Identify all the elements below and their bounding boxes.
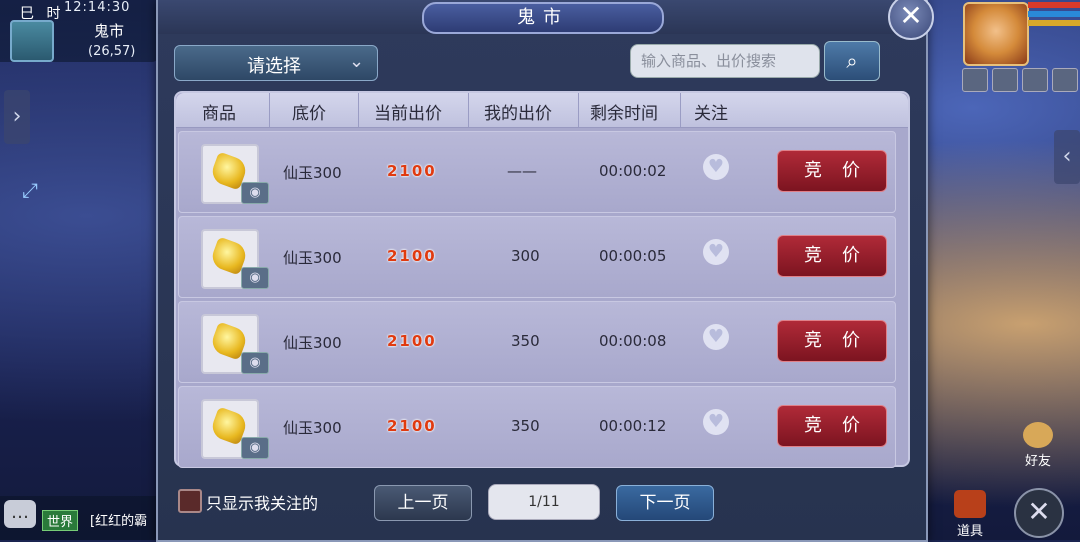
auction-table: 商品 底价 当前出价 我的出价 剩余时间 关注 ◉ 仙玉300 2100 —— … — [174, 91, 910, 468]
buff-icon[interactable] — [962, 68, 988, 92]
current-bid: 2100 — [387, 332, 437, 350]
header-time-left: 剩余时间 — [590, 104, 658, 124]
my-bid: 300 — [511, 247, 540, 265]
item-name: 仙玉300 — [283, 334, 342, 352]
table-header: 商品 底价 当前出价 我的出价 剩余时间 关注 — [176, 93, 908, 128]
bid-button[interactable]: 竞价 — [777, 320, 887, 362]
bid-button[interactable]: 竞价 — [777, 235, 887, 277]
avatar[interactable] — [963, 2, 1029, 66]
search-icon: ⌕ — [846, 49, 858, 73]
chest-icon — [954, 490, 986, 518]
friends-label: 好友 — [1024, 454, 1051, 469]
header-my-bid: 我的出价 — [484, 104, 552, 124]
only-followed-checkbox[interactable] — [178, 489, 202, 513]
status-bars — [1028, 2, 1080, 29]
chat-icon[interactable]: … — [4, 500, 36, 528]
bid-button[interactable]: 竞价 — [777, 405, 887, 447]
search-button[interactable]: ⌕ — [824, 41, 880, 81]
search-box — [630, 44, 820, 78]
only-followed-label: 只显示我关注的 — [206, 494, 319, 513]
hud-location-panel: 巳 时 12:14:30 鬼市 (26,57) — [0, 0, 158, 62]
prev-page-button[interactable]: 上一页 — [374, 485, 472, 521]
heart-icon[interactable]: ♥ — [703, 154, 729, 180]
header-base-price: 底价 — [292, 104, 326, 124]
chat-channel: 世界 — [42, 510, 79, 531]
table-row: ◉ 仙玉300 2100 —— 00:00:02 ♥ 竞价 — [178, 131, 896, 213]
handshake-icon — [1023, 422, 1053, 448]
search-input[interactable] — [639, 45, 819, 77]
time-left: 00:00:08 — [599, 332, 667, 350]
close-menu-button[interactable]: ✕ — [1014, 488, 1064, 538]
item-name: 仙玉300 — [283, 164, 342, 182]
my-bid: 350 — [511, 417, 540, 435]
bid-button[interactable]: 竞价 — [777, 150, 887, 192]
coordinates: (26,57) — [88, 44, 136, 59]
category-select[interactable]: 请选择 ⌄ — [174, 45, 378, 81]
next-page-button[interactable]: 下一页 — [616, 485, 714, 521]
header-follow: 关注 — [694, 104, 728, 124]
table-row: ◉ 仙玉300 2100 300 00:00:05 ♥ 竞价 — [178, 216, 896, 298]
heart-icon[interactable]: ♥ — [703, 324, 729, 350]
time-left: 00:00:02 — [599, 162, 667, 180]
eye-icon[interactable]: ◉ — [241, 437, 269, 459]
clock: 12:14:30 — [64, 0, 131, 15]
header-item: 商品 — [202, 104, 236, 124]
buff-icon[interactable] — [1022, 68, 1048, 92]
buff-icon[interactable] — [1052, 68, 1078, 92]
buff-icons — [962, 68, 1078, 92]
table-row: ◉ 仙玉300 2100 350 00:00:12 ♥ 竞价 — [178, 386, 896, 468]
eye-icon[interactable]: ◉ — [241, 352, 269, 374]
time-left: 00:00:12 — [599, 417, 667, 435]
current-bid: 2100 — [387, 162, 437, 180]
eye-icon[interactable]: ◉ — [241, 182, 269, 204]
my-bid: 350 — [511, 332, 540, 350]
right-arrow-icon[interactable]: ‹ — [1054, 130, 1080, 184]
time-left: 00:00:05 — [599, 247, 667, 265]
chat-message: [红红的霸 — [90, 514, 148, 529]
left-arrow-icon[interactable]: › — [4, 90, 30, 144]
select-label: 请选择 — [247, 56, 301, 77]
friends-button[interactable]: 好友 — [1016, 422, 1060, 469]
items-button[interactable]: 道具 — [950, 490, 990, 539]
title-bar: 鬼市 — [158, 0, 926, 34]
dialog-title: 鬼市 — [422, 2, 664, 34]
chevron-down-icon: ⌄ — [349, 51, 365, 72]
heart-icon[interactable]: ♥ — [703, 239, 729, 265]
gate-icon[interactable] — [10, 20, 54, 62]
map-name: 鬼市 — [94, 22, 125, 40]
buff-icon[interactable] — [992, 68, 1018, 92]
item-name: 仙玉300 — [283, 249, 342, 267]
expand-icon[interactable]: ⤢ — [12, 172, 48, 208]
heart-icon[interactable]: ♥ — [703, 409, 729, 435]
eye-icon[interactable]: ◉ — [241, 267, 269, 289]
current-bid: 2100 — [387, 247, 437, 265]
current-bid: 2100 — [387, 417, 437, 435]
time-period: 巳 时 — [20, 6, 65, 22]
page-indicator: 1/11 — [488, 484, 600, 520]
header-current-bid: 当前出价 — [374, 104, 442, 124]
item-name: 仙玉300 — [283, 419, 342, 437]
my-bid: —— — [507, 162, 537, 180]
items-label: 道具 — [956, 524, 983, 539]
table-row: ◉ 仙玉300 2100 350 00:00:08 ♥ 竞价 — [178, 301, 896, 383]
